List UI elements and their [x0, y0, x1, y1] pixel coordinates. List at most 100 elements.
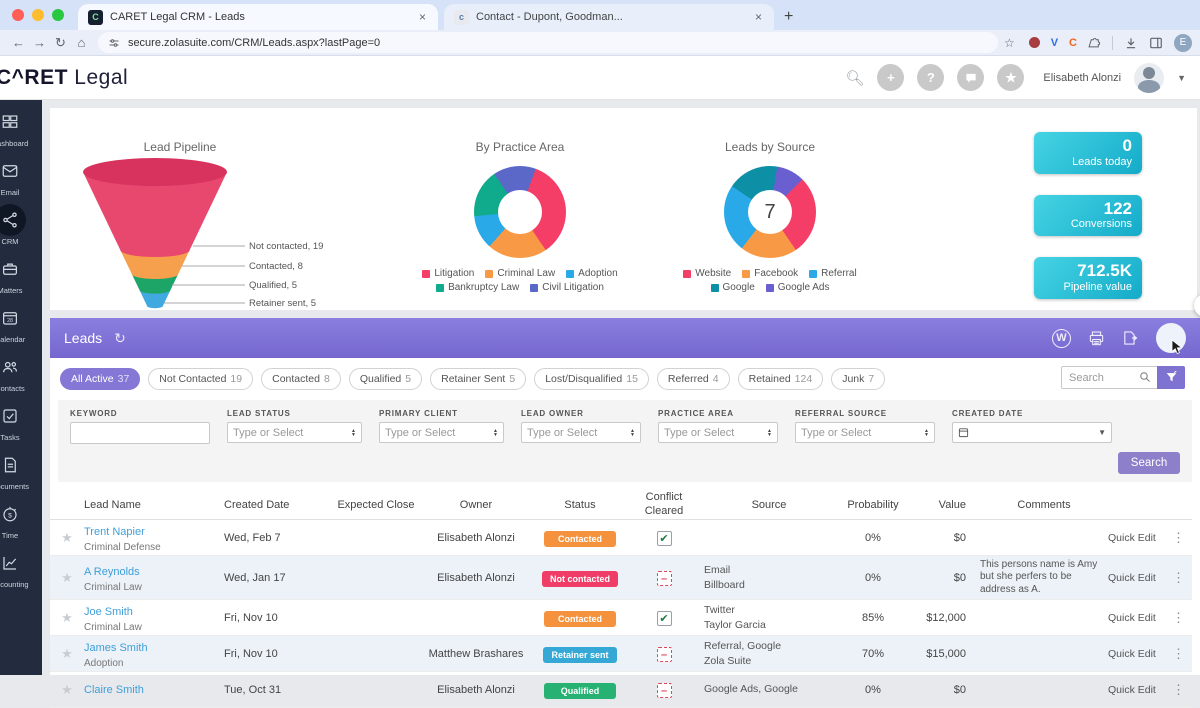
conflict-cleared-checkbox[interactable] — [657, 571, 672, 586]
lead-name-link[interactable]: Joe Smith — [84, 606, 133, 618]
lead-name-link[interactable]: Claire Smith — [84, 684, 144, 696]
favorite-star-icon[interactable]: ★ — [61, 682, 73, 697]
row-menu-icon[interactable]: ⋮ — [1172, 646, 1192, 662]
sidebar-item-crm[interactable]: CRM — [0, 204, 26, 246]
pill-referred[interactable]: Referred4 — [657, 368, 730, 390]
sidebar-item-contacts[interactable]: Contacts — [0, 351, 26, 393]
extension-icon[interactable]: V — [1051, 37, 1058, 49]
user-menu-chevron-icon[interactable]: ▼ — [1177, 73, 1186, 83]
forward-icon[interactable]: → — [29, 35, 50, 50]
created-date-input[interactable]: ▼ — [952, 422, 1112, 443]
close-window-button[interactable] — [12, 9, 24, 21]
sidebar-item-matters[interactable]: Matters — [0, 253, 26, 295]
primary-client-select[interactable]: Type or Select▲▼ — [379, 422, 504, 443]
address-bar[interactable]: secure.zolasuite.com/CRM/Leads.aspx?last… — [98, 32, 998, 53]
conflict-cleared-checkbox[interactable] — [657, 647, 672, 662]
favorite-star-icon[interactable]: ★ — [61, 610, 73, 625]
pill-lost-disqualified[interactable]: Lost/Disqualified15 — [534, 368, 649, 390]
lead-name-link[interactable]: A Reynolds — [84, 566, 140, 578]
quick-edit-link[interactable]: Quick Edit — [1108, 684, 1172, 696]
favorite-star-icon[interactable]: ★ — [61, 570, 73, 585]
kpi-cards: 0 Leads today 122 Conversions 712.5K Pip… — [1034, 108, 1142, 310]
assistant-circle-button[interactable] — [1156, 323, 1186, 353]
extension-icon[interactable]: C — [1069, 37, 1077, 49]
browser-profile-avatar[interactable]: E — [1174, 34, 1192, 52]
practice-area-select[interactable]: Type or Select▲▼ — [658, 422, 778, 443]
referral-source-select[interactable]: Type or Select▲▼ — [795, 422, 935, 443]
quick-edit-link[interactable]: Quick Edit — [1108, 572, 1172, 584]
row-menu-icon[interactable]: ⋮ — [1172, 610, 1192, 626]
reload-icon[interactable]: ↻ — [50, 35, 71, 51]
mouse-cursor-icon — [1171, 340, 1184, 355]
tab-close-icon[interactable]: × — [753, 10, 764, 24]
search-button[interactable]: Search — [1118, 452, 1180, 474]
favorites-button[interactable]: ★ — [997, 64, 1024, 91]
lead-owner-select[interactable]: Type or Select▲▼ — [521, 422, 641, 443]
row-menu-icon[interactable]: ⋮ — [1172, 530, 1192, 546]
browser-tab-strip: C CARET Legal CRM - Leads × c Contact - … — [0, 0, 1200, 30]
minimize-window-button[interactable] — [32, 9, 44, 21]
pill-junk[interactable]: Junk7 — [831, 368, 885, 390]
downloads-icon[interactable] — [1124, 36, 1138, 50]
pill-contacted[interactable]: Contacted8 — [261, 368, 341, 390]
add-new-button[interactable]: + — [877, 64, 904, 91]
side-panel-icon[interactable] — [1149, 36, 1163, 50]
svg-text:28: 28 — [7, 318, 13, 324]
practice-area-field: PRACTICE AREA Type or Select▲▼ — [658, 409, 778, 444]
bookmark-star-icon[interactable]: ☆ — [1004, 36, 1015, 50]
lead-pipeline-chart: Lead Pipeline Not contacted, 19 Contacte… — [50, 108, 395, 310]
extensions-puzzle-icon[interactable] — [1088, 36, 1101, 49]
favorite-star-icon[interactable]: ★ — [61, 530, 73, 545]
lead-name-link[interactable]: James Smith — [84, 642, 148, 654]
maximize-window-button[interactable] — [52, 9, 64, 21]
pill-all-active[interactable]: All Active37 — [60, 368, 140, 390]
browser-tab-inactive[interactable]: c Contact - Dupont, Goodman... × — [444, 4, 774, 30]
pill-not-contacted[interactable]: Not Contacted19 — [148, 368, 253, 390]
user-avatar[interactable] — [1134, 63, 1164, 93]
sidebar-item-dashboard[interactable]: Dashboard — [0, 106, 28, 148]
new-tab-button[interactable]: + — [774, 8, 803, 30]
search-icon[interactable]: 🔍︎ — [845, 69, 864, 87]
row-menu-icon[interactable]: ⋮ — [1172, 570, 1192, 586]
browser-tab-active[interactable]: C CARET Legal CRM - Leads × — [78, 4, 438, 30]
pill-retained[interactable]: Retained124 — [738, 368, 824, 390]
contacts-icon — [0, 351, 26, 383]
keyword-input[interactable] — [70, 422, 210, 444]
toolbar-divider — [1112, 36, 1113, 50]
sidebar-item-tasks[interactable]: Tasks — [0, 400, 26, 442]
back-icon[interactable]: ← — [8, 35, 29, 50]
extensions-row: V C E — [1029, 34, 1192, 52]
col-expected-close: Expected Close — [328, 499, 424, 511]
sidebar-item-documents[interactable]: Documents — [0, 449, 29, 491]
quick-edit-link[interactable]: Quick Edit — [1108, 532, 1172, 544]
extension-icon[interactable] — [1029, 37, 1040, 48]
conflict-cleared-checkbox[interactable] — [657, 611, 672, 626]
status-badge: Not contacted — [542, 571, 618, 587]
refresh-icon[interactable]: ↻ — [114, 330, 126, 347]
site-settings-icon[interactable] — [108, 37, 120, 49]
lead-name-link[interactable]: Trent Napier — [84, 526, 145, 538]
row-menu-icon[interactable]: ⋮ — [1172, 682, 1192, 698]
chat-button[interactable] — [957, 64, 984, 91]
tab-close-icon[interactable]: × — [417, 10, 428, 24]
funnel-label: Qualified, 5 — [249, 280, 297, 291]
home-icon[interactable]: ⌂ — [71, 35, 92, 50]
favorite-star-icon[interactable]: ★ — [61, 646, 73, 661]
word-export-icon[interactable]: W — [1052, 329, 1071, 348]
export-file-icon[interactable] — [1122, 330, 1139, 346]
quick-edit-link[interactable]: Quick Edit — [1108, 648, 1172, 660]
sidebar-item-calendar[interactable]: 28 Calendar — [0, 302, 26, 344]
filter-toggle-button[interactable] — [1157, 366, 1185, 389]
pill-retainer-sent[interactable]: Retainer Sent5 — [430, 368, 526, 390]
lead-status-select[interactable]: Type or Select▲▼ — [227, 422, 362, 443]
conflict-cleared-checkbox[interactable] — [657, 683, 672, 698]
sidebar-item-email[interactable]: Email — [0, 155, 26, 197]
sidebar-item-accounting[interactable]: Accounting — [0, 547, 29, 589]
sidebar-item-time[interactable]: $ Time — [0, 498, 26, 540]
quick-edit-link[interactable]: Quick Edit — [1108, 612, 1172, 624]
help-button[interactable]: ? — [917, 64, 944, 91]
print-icon[interactable] — [1088, 331, 1105, 346]
kpi-leads-today: 0 Leads today — [1034, 132, 1142, 174]
pill-qualified[interactable]: Qualified5 — [349, 368, 422, 390]
conflict-cleared-checkbox[interactable] — [657, 531, 672, 546]
